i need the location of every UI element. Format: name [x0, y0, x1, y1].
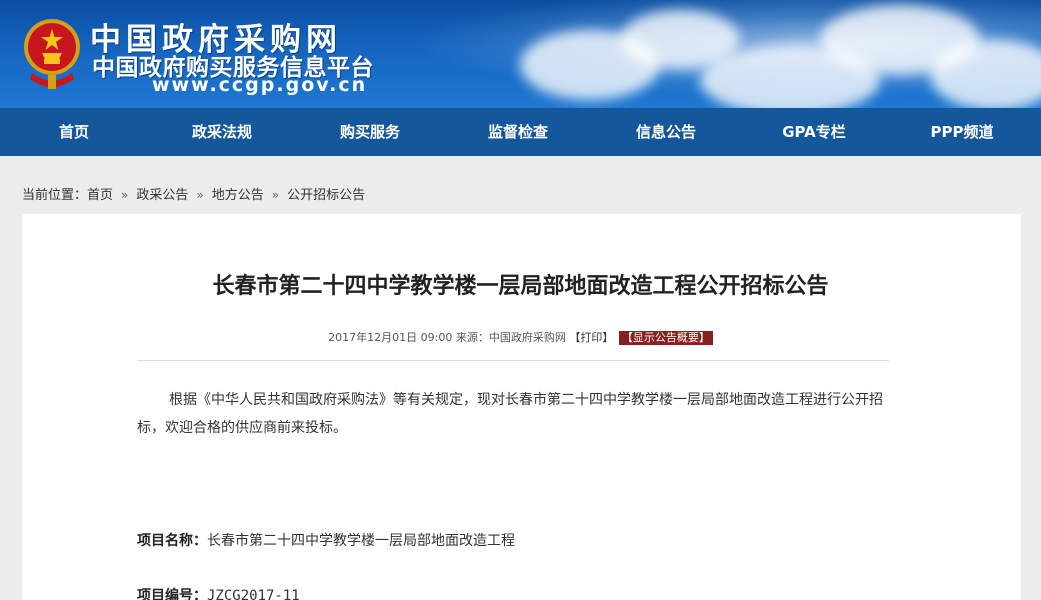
show-summary-button[interactable]: 【显示公告概要】 — [618, 331, 713, 345]
article-meta: 2017年12月01日 09:00 来源：中国政府采购网 【打印】 【显示公告概… — [0, 329, 1041, 345]
nav-item-ppp[interactable]: PPP频道 — [888, 108, 1036, 156]
project-number-row: 项目编号：JZCG2017-11 — [137, 585, 300, 600]
project-name-value: 长春市第二十四中学教学楼一层局部地面改造工程 — [207, 533, 515, 549]
breadcrumb: 当前位置：首页 » 政采公告 » 地方公告 » 公开招标公告 — [22, 184, 365, 203]
nav-item-regulations[interactable]: 政采法规 — [148, 108, 296, 156]
breadcrumb-separator: » — [121, 188, 129, 202]
breadcrumb-procurement-notices[interactable]: 政采公告 — [136, 188, 188, 203]
nav-item-purchase-services[interactable]: 购买服务 — [296, 108, 444, 156]
breadcrumb-open-tender-notices[interactable]: 公开招标公告 — [287, 188, 365, 203]
project-name-row: 项目名称：长春市第二十四中学教学楼一层局部地面改造工程 — [137, 530, 515, 550]
divider — [137, 360, 889, 361]
national-emblem-icon[interactable] — [22, 13, 82, 95]
breadcrumb-separator: » — [271, 188, 280, 202]
article-intro: 根据《中华人民共和国政府采购法》等有关规定，现对长春市第二十四中学教学楼一层局部… — [137, 392, 883, 436]
nav-item-home[interactable]: 首页 — [0, 108, 148, 156]
source-label: 来源： — [455, 331, 489, 344]
cloud-decoration — [930, 40, 1041, 108]
site-url: www.ccgp.gov.cn — [152, 74, 368, 96]
project-name-label: 项目名称： — [137, 533, 207, 549]
main-nav: 首页 政采法规 购买服务 监督检查 信息公告 GPA专栏 PPP频道 — [0, 108, 1041, 156]
breadcrumb-separator: » — [196, 188, 204, 202]
nav-item-supervision[interactable]: 监督检查 — [444, 108, 592, 156]
article-title: 长春市第二十四中学教学楼一层局部地面改造工程公开招标公告 — [212, 274, 829, 299]
breadcrumb-local-notices[interactable]: 地方公告 — [212, 188, 264, 203]
publish-date: 2017年12月01日 09:00 — [328, 331, 453, 344]
breadcrumb-prefix: 当前位置： — [22, 188, 88, 203]
breadcrumb-home[interactable]: 首页 — [87, 188, 113, 203]
print-link[interactable]: 【打印】 — [569, 331, 613, 344]
nav-item-gpa[interactable]: GPA专栏 — [740, 108, 888, 156]
project-number-label: 项目编号： — [137, 588, 207, 600]
project-number-value: JZCG2017-11 — [207, 588, 300, 600]
site-header-banner: 中国政府采购网 中国政府购买服务信息平台 www.ccgp.gov.cn — [0, 0, 1041, 108]
nav-item-announcements[interactable]: 信息公告 — [592, 108, 740, 156]
source-name: 中国政府采购网 — [488, 331, 566, 344]
